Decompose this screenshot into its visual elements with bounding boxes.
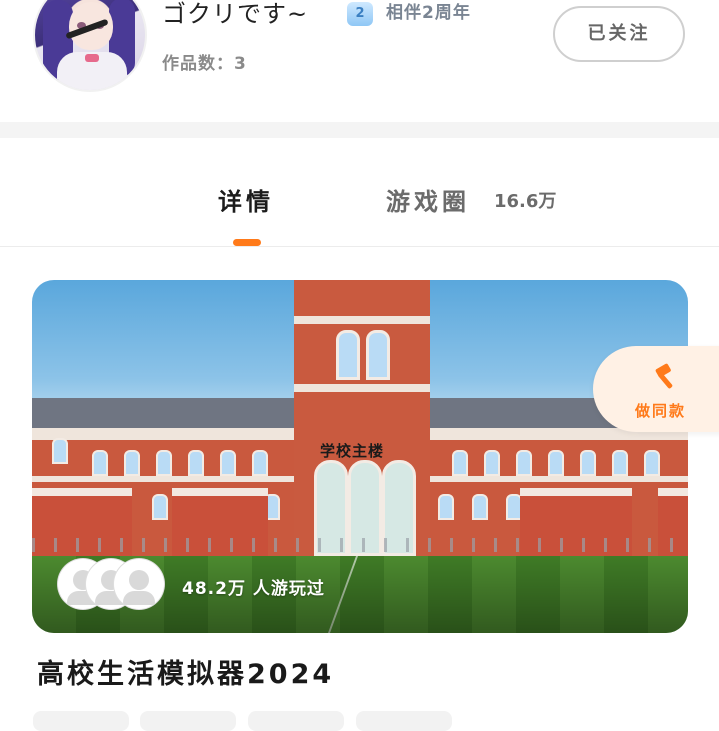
profile-header: ゴクリです~ 2 相伴2周年 作品数：3 已关注 bbox=[0, 0, 719, 122]
follow-button[interactable]: 已关注 bbox=[553, 6, 685, 62]
level-badge-icon: 2 bbox=[347, 2, 373, 26]
tag-placeholder[interactable] bbox=[356, 711, 452, 731]
cover-window bbox=[252, 450, 268, 476]
cover-fence bbox=[32, 538, 688, 552]
tab-game-circle[interactable]: 游戏圈 bbox=[386, 182, 470, 217]
cover-window bbox=[516, 450, 532, 476]
tower-window bbox=[366, 330, 390, 380]
tab-bar: 详情 游戏圈 16.6万 bbox=[0, 138, 719, 247]
cover-window bbox=[92, 450, 108, 476]
cover-window bbox=[188, 450, 204, 476]
cover-window bbox=[452, 450, 468, 476]
played-count: 48.2万 人游玩过 bbox=[182, 579, 325, 599]
cover-tower bbox=[294, 280, 430, 560]
game-cover-card[interactable]: 学校主楼 48.2万 人游玩过 bbox=[32, 280, 688, 633]
cover-window bbox=[484, 450, 500, 476]
cover-window bbox=[152, 494, 168, 520]
cover-window bbox=[52, 438, 68, 464]
cover-window bbox=[612, 450, 628, 476]
cover-window bbox=[220, 450, 236, 476]
cover-window bbox=[124, 450, 140, 476]
hammer-icon bbox=[655, 363, 673, 389]
cover-window bbox=[580, 450, 596, 476]
username: ゴクリです~ bbox=[162, 0, 309, 28]
game-title: 高校生活模拟器2024 bbox=[37, 659, 335, 690]
tag-placeholder[interactable] bbox=[33, 711, 129, 731]
tower-band bbox=[294, 384, 430, 392]
tab-details[interactable]: 详情 bbox=[218, 182, 274, 217]
cover-window bbox=[472, 494, 488, 520]
avatar[interactable] bbox=[33, 0, 147, 92]
cover-window bbox=[644, 450, 660, 476]
tower-band bbox=[294, 316, 430, 324]
player-avatar-icon bbox=[114, 559, 164, 609]
cover-window bbox=[438, 494, 454, 520]
school-building-sign: 学校主楼 bbox=[320, 442, 385, 460]
make-same-button[interactable]: 做同款 bbox=[593, 346, 719, 432]
tag-placeholder[interactable] bbox=[248, 711, 344, 731]
active-tab-indicator bbox=[233, 239, 261, 246]
cover-window bbox=[156, 450, 172, 476]
tag-placeholder[interactable] bbox=[140, 711, 236, 731]
game-circle-count: 16.6万 bbox=[494, 191, 557, 212]
section-divider bbox=[0, 122, 719, 138]
player-avatars bbox=[58, 559, 168, 611]
cover-window bbox=[548, 450, 564, 476]
companion-duration: 相伴2周年 bbox=[386, 3, 471, 23]
tower-window bbox=[336, 330, 360, 380]
works-count: 作品数：3 bbox=[162, 54, 247, 74]
make-same-label: 做同款 bbox=[635, 402, 687, 420]
